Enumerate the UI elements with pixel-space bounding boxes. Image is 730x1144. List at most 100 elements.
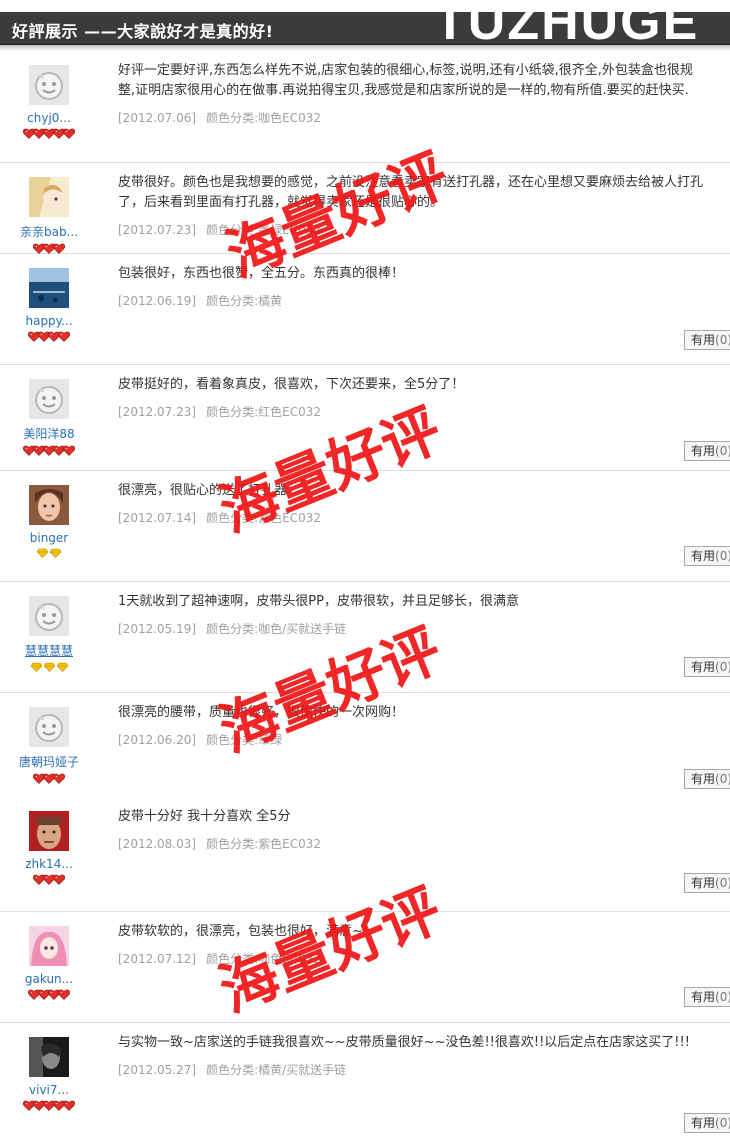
section-title: 好評展示 ——大家說好才是真的好! bbox=[12, 22, 274, 41]
reviewer-name[interactable]: 美阳洋88 bbox=[8, 425, 90, 442]
reviewer-name[interactable]: happy... bbox=[8, 314, 90, 328]
review-item: chyj0... 好评一定要好评,东西怎么样先不说,店家包装的很细心,标签,说明,… bbox=[0, 51, 730, 163]
useful-count: (0) bbox=[715, 772, 730, 786]
review-variant: 颜色分类:咖色EC032 bbox=[206, 111, 321, 125]
avatar[interactable] bbox=[29, 926, 69, 966]
reviewer-rank bbox=[8, 773, 90, 785]
review-date: [2012.06.19] bbox=[118, 294, 197, 308]
reviewer-name[interactable]: zhk14... bbox=[8, 857, 90, 871]
useful-button[interactable]: 有用(0) bbox=[684, 441, 730, 461]
review-date: [2012.08.03] bbox=[118, 837, 197, 851]
heart-rank-icon bbox=[62, 1100, 76, 1111]
review-content: 与实物一致~店家送的手链我很喜欢~~皮带质量很好~~没色差!!很喜欢!!以后定点… bbox=[118, 1033, 708, 1078]
review-meta: [2012.05.27] 颜色分类:橘黄/买就送手链 bbox=[118, 1061, 708, 1078]
review-date: [2012.07.06] bbox=[118, 111, 197, 125]
review-variant: 颜色分类:橘黄/买就送手链 bbox=[206, 1063, 347, 1077]
reviewer-info: gakun... bbox=[8, 926, 90, 1001]
diamond-rank-icon bbox=[36, 548, 49, 558]
diamond-rank-icon bbox=[43, 662, 56, 672]
avatar[interactable] bbox=[29, 811, 69, 851]
review-text: 好评一定要好评,东西怎么样先不说,店家包装的很细心,标签,说明,还有小纸袋,很齐… bbox=[118, 63, 693, 98]
avatar[interactable] bbox=[29, 177, 69, 217]
avatar[interactable] bbox=[29, 65, 69, 105]
reviewer-name[interactable]: vivi7... bbox=[8, 1083, 90, 1097]
avatar[interactable] bbox=[29, 379, 69, 419]
review-item: 美阳洋88 皮带挺好的，看着象真皮，很喜欢，下次还要来，全5分了！ [2012.07… bbox=[0, 365, 730, 471]
useful-label: 有用 bbox=[691, 549, 716, 563]
useful-button[interactable]: 有用(0) bbox=[684, 546, 730, 566]
reviewer-rank bbox=[8, 548, 90, 560]
heart-rank-icon bbox=[57, 989, 71, 1000]
heart-rank-icon bbox=[52, 243, 66, 254]
reviewer-name[interactable]: binger bbox=[8, 531, 90, 545]
review-variant: 颜色分类:咖色/买就送手链 bbox=[206, 622, 347, 636]
review-date: [2012.06.20] bbox=[118, 733, 197, 747]
useful-label: 有用 bbox=[691, 333, 716, 347]
useful-count: (0) bbox=[715, 549, 730, 563]
review-content: 皮带很好。颜色也是我想要的感觉，之前没注意看卖家有送打孔器，还在心里想又要麻烦去… bbox=[118, 173, 708, 238]
review-content: 1天就收到了超神速啊，皮带头很PP，皮带很软，并且足够长，很满意 [2012.05… bbox=[118, 592, 708, 637]
review-variant: 颜色分类:橘黄 bbox=[206, 294, 283, 308]
diamond-rank-icon bbox=[49, 548, 62, 558]
reviewer-name[interactable]: 慧慧慧慧 bbox=[8, 642, 90, 659]
review-meta: [2012.07.14] 颜色分类:紫色EC032 bbox=[118, 509, 708, 526]
reviewer-name[interactable]: 唐朝玛娅子 bbox=[8, 753, 90, 770]
useful-button[interactable]: 有用(0) bbox=[684, 330, 730, 350]
review-variant: 颜色分类:红色EC032 bbox=[206, 405, 321, 419]
reviewer-info: 唐朝玛娅子 bbox=[8, 707, 90, 785]
heart-rank-icon bbox=[52, 874, 66, 885]
useful-label: 有用 bbox=[691, 444, 716, 458]
useful-button[interactable]: 有用(0) bbox=[684, 987, 730, 1007]
useful-button[interactable]: 有用(0) bbox=[684, 769, 730, 789]
useful-button[interactable]: 有用(0) bbox=[684, 657, 730, 677]
review-meta: [2012.07.12] 颜色分类:咖色EC032 bbox=[118, 950, 708, 967]
brand-logo-text: TUZHUGE bbox=[434, 12, 700, 45]
diamond-rank-icon bbox=[30, 662, 43, 672]
useful-label: 有用 bbox=[691, 660, 716, 674]
useful-count: (0) bbox=[715, 444, 730, 458]
review-date: [2012.07.12] bbox=[118, 952, 197, 966]
useful-label: 有用 bbox=[691, 772, 716, 786]
reviewer-rank bbox=[8, 331, 90, 343]
reviewer-rank bbox=[8, 445, 90, 457]
useful-button[interactable]: 有用(0) bbox=[684, 1113, 730, 1133]
review-date: [2012.07.23] bbox=[118, 405, 197, 419]
review-content: 很漂亮，很贴心的送了打孔器 [2012.07.14] 颜色分类:紫色EC032 bbox=[118, 481, 708, 526]
useful-button[interactable]: 有用(0) bbox=[684, 873, 730, 893]
avatar[interactable] bbox=[29, 485, 69, 525]
review-content: 包装很好，东西也很赞，全五分。东西真的很棒！ [2012.06.19] 颜色分类:橘… bbox=[118, 264, 708, 309]
heart-rank-icon bbox=[52, 773, 66, 784]
diamond-rank-icon bbox=[56, 662, 69, 672]
review-item: vivi7... 与实物一致~店家送的手链我很喜欢~~皮带质量很好~~没色差!!很… bbox=[0, 1023, 730, 1144]
review-text: 皮带软软的，很漂亮，包装也很好，满意~! bbox=[118, 924, 369, 939]
avatar[interactable] bbox=[29, 707, 69, 747]
useful-label: 有用 bbox=[691, 990, 716, 1004]
review-text: 与实物一致~店家送的手链我很喜欢~~皮带质量很好~~没色差!!很喜欢!!以后定点… bbox=[118, 1035, 690, 1050]
review-item: zhk14... 皮带十分好 我十分喜欢 全5分 [2012.08.03] 颜色分类:… bbox=[0, 797, 730, 912]
reviewer-rank bbox=[8, 128, 90, 140]
reviewer-name[interactable]: gakun... bbox=[8, 972, 90, 986]
heart-rank-icon bbox=[62, 445, 76, 456]
avatar[interactable] bbox=[29, 596, 69, 636]
review-text: 很漂亮，很贴心的送了打孔器 bbox=[118, 483, 288, 498]
reviewer-name[interactable]: chyj0... bbox=[8, 111, 90, 125]
review-content: 皮带十分好 我十分喜欢 全5分 [2012.08.03] 颜色分类:紫色EC032 bbox=[118, 807, 708, 852]
top-margin bbox=[0, 0, 730, 12]
review-text: 皮带很好。颜色也是我想要的感觉，之前没注意看卖家有送打孔器，还在心里想又要麻烦去… bbox=[118, 175, 704, 210]
section-header: 好評展示 ——大家說好才是真的好! TUZHUGE bbox=[0, 12, 730, 45]
useful-count: (0) bbox=[715, 333, 730, 347]
review-content: 好评一定要好评,东西怎么样先不说,店家包装的很细心,标签,说明,还有小纸袋,很齐… bbox=[118, 61, 708, 126]
review-text: 皮带挺好的，看着象真皮，很喜欢，下次还要来，全5分了！ bbox=[118, 377, 465, 392]
reviewer-rank bbox=[8, 662, 90, 674]
review-variant: 颜色分类:墨绿EC032 bbox=[206, 223, 321, 237]
review-meta: [2012.08.03] 颜色分类:紫色EC032 bbox=[118, 835, 708, 852]
reviewer-info: happy... bbox=[8, 268, 90, 343]
reviewer-rank bbox=[8, 1100, 90, 1112]
reviewer-name[interactable]: 亲亲bab... bbox=[8, 223, 90, 240]
review-meta: [2012.06.20] 颜色分类:草绿 bbox=[118, 731, 708, 748]
review-item: 唐朝玛娅子 很漂亮的腰带，质量也很好，很愉快的一次网购！ [2012.06.20] 颜… bbox=[0, 693, 730, 797]
review-date: [2012.07.23] bbox=[118, 223, 197, 237]
review-meta: [2012.07.23] 颜色分类:红色EC032 bbox=[118, 403, 708, 420]
avatar[interactable] bbox=[29, 1037, 69, 1077]
avatar[interactable] bbox=[29, 268, 69, 308]
